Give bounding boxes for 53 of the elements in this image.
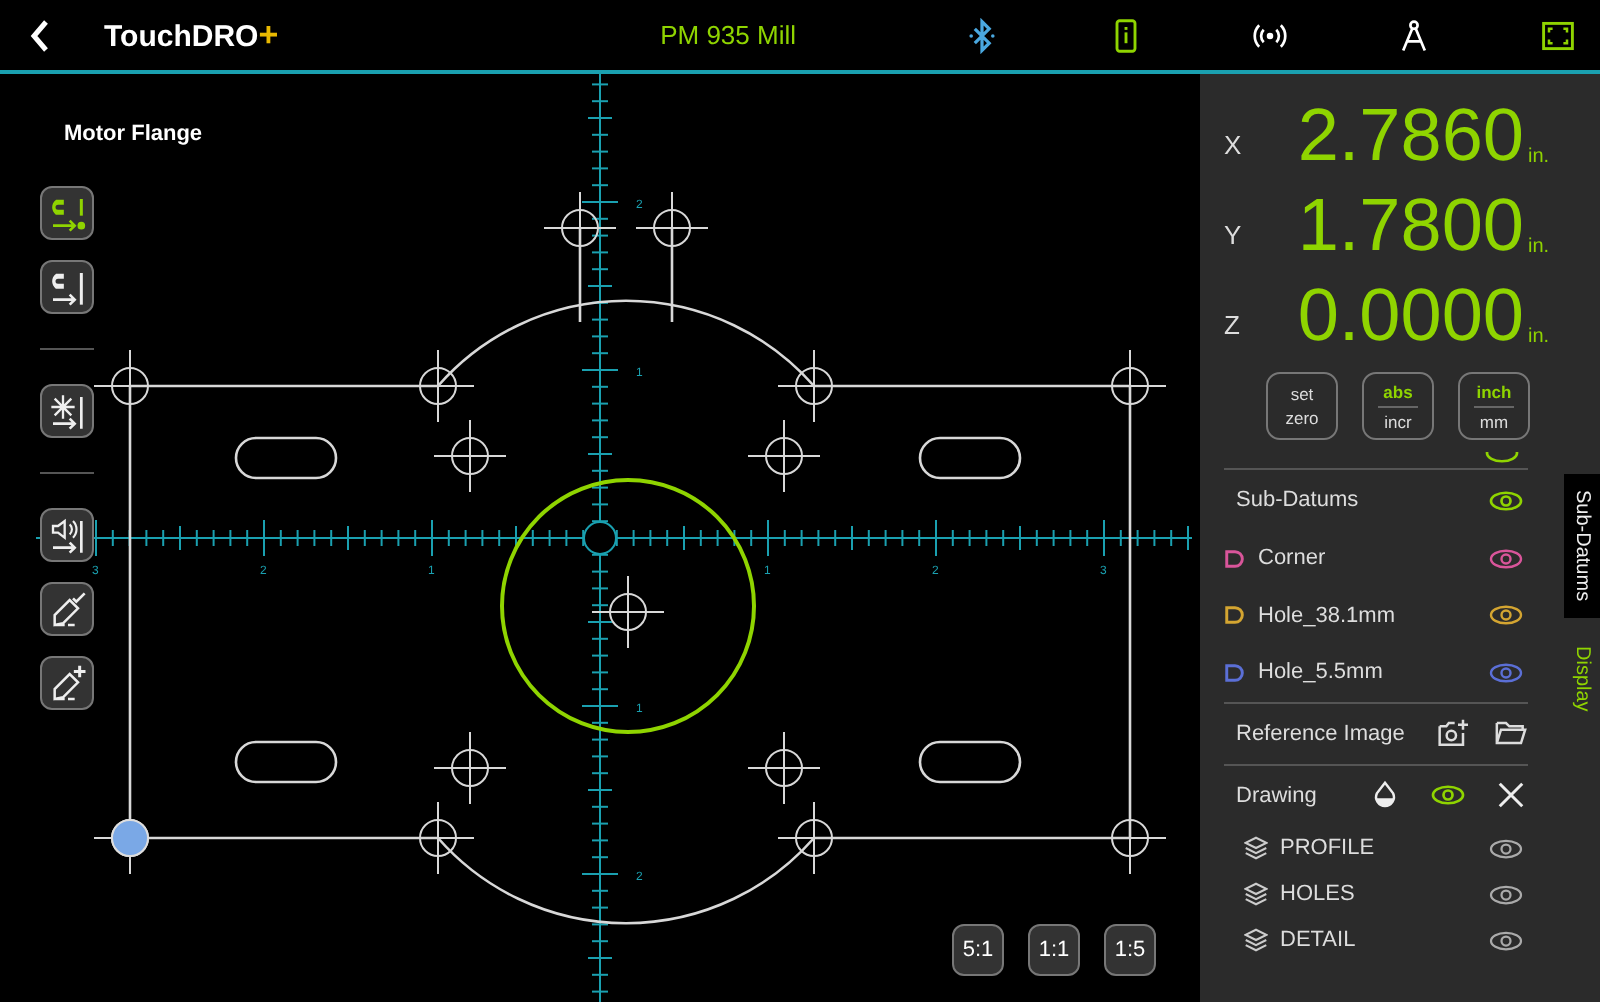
magnet-probe-icon	[47, 193, 87, 233]
tool-button[interactable]	[40, 384, 94, 438]
magnet-edge-icon	[47, 267, 87, 307]
tool-button[interactable]	[40, 582, 94, 636]
section-title: Drawing	[1236, 783, 1319, 807]
datum-marker-icon	[111, 819, 149, 857]
tool-button[interactable]	[40, 508, 94, 562]
sub-datum-name[interactable]: Hole_38.1mm	[1258, 603, 1476, 628]
edit-add-icon	[47, 663, 87, 703]
mode-toggle-button[interactable]: abs incr	[1362, 372, 1434, 440]
layers-icon	[1244, 836, 1268, 860]
unit-label: in.	[1528, 146, 1552, 168]
compass-icon[interactable]	[1396, 17, 1432, 53]
close-icon[interactable]	[1494, 780, 1528, 810]
speaker-edge-icon	[47, 515, 87, 555]
layers-icon	[1244, 928, 1268, 952]
section-title: Reference Image	[1236, 721, 1407, 745]
axis-readout[interactable]: 0.0000	[1260, 272, 1524, 360]
opacity-drop-icon[interactable]	[1372, 780, 1398, 810]
section-title: Sub-Datums	[1236, 488, 1361, 512]
axis-readout[interactable]: 1.7800	[1260, 182, 1524, 270]
zoom-ratio-button[interactable]: 5:1	[952, 924, 1004, 976]
tool-button[interactable]	[40, 656, 94, 710]
sub-datum-name[interactable]: Corner	[1258, 546, 1476, 571]
drawing-title: Motor Flange	[64, 122, 203, 146]
fullscreen-icon[interactable]	[1540, 17, 1576, 53]
set-zero-button[interactable]: set zero	[1266, 372, 1338, 440]
fan-edge-icon	[47, 391, 87, 431]
unit-label: in.	[1528, 326, 1552, 348]
side-tab[interactable]: Display	[1564, 629, 1600, 727]
layer-name[interactable]: DETAIL	[1280, 928, 1476, 952]
axis-readout[interactable]: 2.7860	[1260, 92, 1524, 180]
app-logo: TouchDRO+	[104, 15, 279, 55]
side-tab[interactable]: Sub-Datums	[1564, 474, 1600, 618]
layer-name[interactable]: PROFILE	[1280, 836, 1476, 860]
zoom-ratio-button[interactable]: 1:5	[1104, 924, 1156, 976]
add-photo-icon[interactable]	[1436, 718, 1470, 748]
machine-name[interactable]: PM 935 Mill	[660, 20, 796, 50]
back-icon[interactable]	[28, 17, 52, 53]
tool-button[interactable]	[40, 260, 94, 314]
layers-icon	[1244, 882, 1268, 906]
mode-toggle-button[interactable]: inch mm	[1458, 372, 1530, 440]
folder-icon[interactable]	[1494, 718, 1528, 748]
edit-check-icon	[47, 589, 87, 629]
bluetooth-icon[interactable]	[964, 17, 1000, 53]
axis-name: Z	[1224, 310, 1242, 340]
zoom-ratio-button[interactable]: 1:1	[1028, 924, 1080, 976]
axis-name: X	[1224, 130, 1244, 160]
unit-label: in.	[1528, 236, 1552, 258]
tool-button[interactable]	[40, 186, 94, 240]
layer-name[interactable]: HOLES	[1280, 882, 1476, 906]
sub-datum-name[interactable]: Hole_5.5mm	[1258, 660, 1476, 685]
axis-name: Y	[1224, 220, 1244, 250]
